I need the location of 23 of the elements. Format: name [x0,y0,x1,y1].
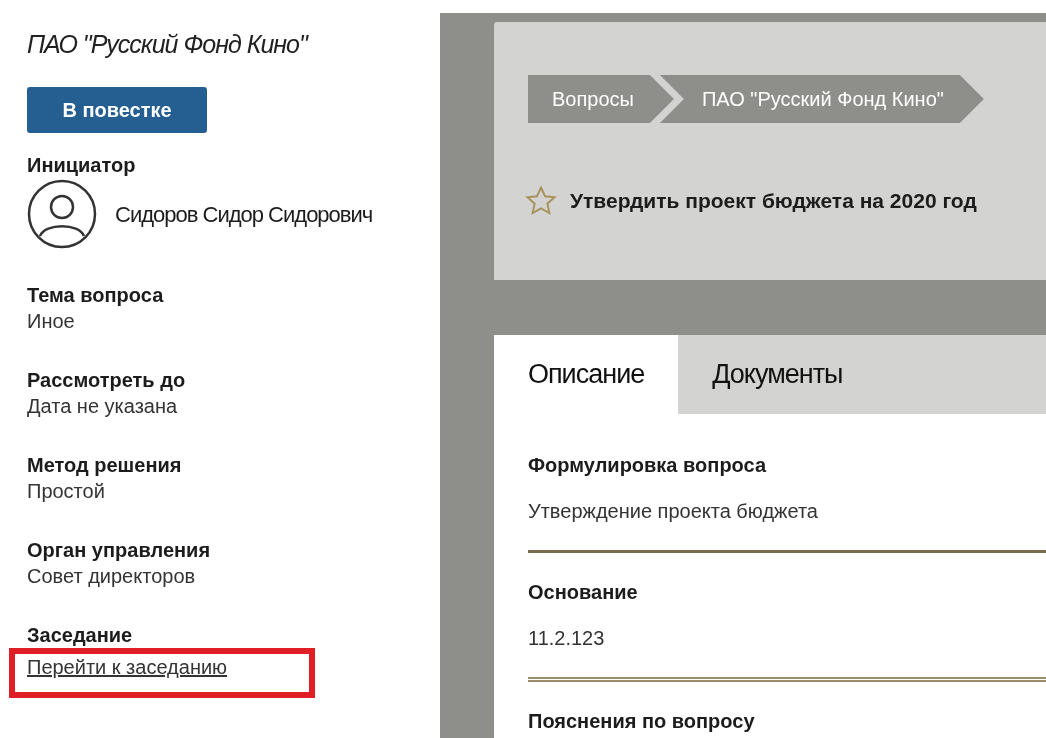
user-avatar-icon [27,179,97,249]
section-label: Основание [528,580,639,605]
field-label: Заседание [27,623,134,648]
field-label: Орган управления [27,538,212,563]
field-label: Рассмотреть до [27,368,187,393]
field-value: Совет директоров [27,564,197,589]
section-value: 11.2.123 [528,626,606,651]
meeting-link[interactable]: Перейти к заседанию [27,656,228,678]
section-label: Пояснения по вопросу [528,709,756,734]
section-label: Формулировка вопроса [528,453,768,478]
field-label: Тема вопроса [27,283,165,308]
initiator-name: Сидоров Сидор Сидорович [115,200,373,229]
field-label: Инициатор [27,153,137,177]
star-icon[interactable] [524,184,558,218]
field-value: Простой [27,479,106,504]
question-title: Утвердить проект бюджета на 2020 год [570,188,977,215]
tab[interactable]: Описание [494,335,679,414]
field-value: Дата не указана [27,394,179,419]
section-value: Утверждение проекта бюджета [528,499,819,524]
status-button[interactable]: В повестке [27,87,207,133]
field-label: Метод решения [27,453,183,478]
field-value: Иное [27,309,76,334]
company-title: ПАО "Русский Фонд Кино" [27,29,310,60]
